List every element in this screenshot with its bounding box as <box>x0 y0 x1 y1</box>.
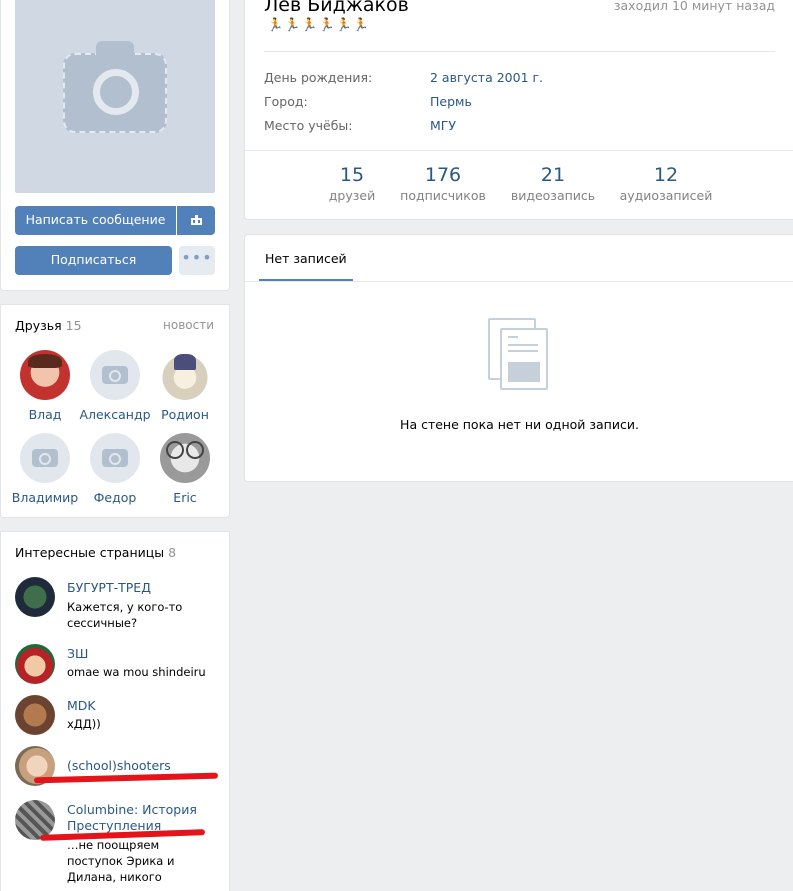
divider <box>245 281 793 282</box>
page-subtitle: Кажется, у кого-то сессичные? <box>67 600 183 630</box>
friends-news-link[interactable]: новости <box>163 318 214 332</box>
info-value[interactable]: 2 августа 2001 г. <box>430 70 543 85</box>
gift-icon <box>190 215 202 225</box>
friend-item-fedor[interactable]: Федор <box>79 433 151 505</box>
divider <box>264 51 775 52</box>
page-subtitle: хДД)) <box>67 717 101 731</box>
subscribe-button[interactable]: Подписаться <box>15 246 172 275</box>
page-title: БУГУРТ-ТРЕД <box>67 580 151 595</box>
profile-info-card: Лев Биджаков заходил 10 минут назад 🏃🏃🏃🏃… <box>244 0 793 220</box>
profile-name: Лев Биджаков <box>264 0 409 16</box>
profile-photo-placeholder[interactable] <box>15 0 215 193</box>
friend-name: Eric <box>173 490 197 505</box>
friends-block: Друзья 15 новости Влад Александр Родион В… <box>0 304 230 518</box>
pages-count: 8 <box>168 545 177 560</box>
page-item-mdk[interactable]: MDK хДД)) <box>15 695 220 735</box>
profile-status[interactable]: 🏃🏃🏃🏃🏃🏃 <box>267 18 370 33</box>
counter-followers[interactable]: 176 подписчиков <box>388 164 498 203</box>
avatar <box>15 577 55 617</box>
interesting-pages-block: Интересные страницы 8 БУГУРТ-ТРЕД Кажется… <box>0 531 230 891</box>
avatar <box>20 350 70 400</box>
counter-audio[interactable]: 12 аудиозаписей <box>611 164 721 203</box>
counter-caption: видеозапись <box>510 188 596 203</box>
avatar <box>160 433 210 483</box>
avatar <box>15 695 55 735</box>
page-title: MDK <box>67 698 96 713</box>
friend-item-eric[interactable]: Eric <box>149 433 221 505</box>
friend-item-vlad[interactable]: Влад <box>9 350 81 422</box>
camera-icon <box>63 41 167 133</box>
friends-header[interactable]: Друзья 15 <box>15 318 82 333</box>
counter-videos[interactable]: 21 видеозапись <box>498 164 608 203</box>
info-value[interactable]: МГУ <box>430 118 456 133</box>
divider <box>245 150 793 151</box>
document-icon <box>488 318 550 394</box>
info-label: Город: <box>264 94 308 109</box>
counter-caption: подписчиков <box>400 188 486 203</box>
friend-item-vladimir[interactable]: Владимир <box>9 433 81 505</box>
counter-number: 21 <box>540 164 566 186</box>
page-item-bugurt[interactable]: БУГУРТ-ТРЕД Кажется, у кого-то сессичные… <box>15 577 220 630</box>
friends-count: 15 <box>65 318 82 333</box>
camera-icon <box>90 350 140 400</box>
page-item-columbine[interactable]: Columbine: История Преступления …не поощ… <box>15 800 220 890</box>
info-label: День рождения: <box>264 70 373 85</box>
counter-caption: аудиозаписей <box>619 188 713 203</box>
avatar <box>160 350 210 400</box>
avatar-card: Написать сообщение Подписаться ••• <box>0 0 230 291</box>
page-subtitle: omae wa mou shindeiru <box>67 665 206 679</box>
counter-number: 176 <box>424 164 462 186</box>
pages-title: Интересные страницы <box>15 545 165 560</box>
wall-card: Нет записей На стене пока нет ни одной з… <box>244 234 793 482</box>
avatar <box>15 644 55 684</box>
friend-name: Родион <box>161 407 209 422</box>
page-title: ЗШ <box>67 646 89 661</box>
tab-no-posts[interactable]: Нет записей <box>259 235 353 281</box>
info-value[interactable]: Пермь <box>430 94 472 109</box>
pages-header[interactable]: Интересные страницы 8 <box>15 545 176 560</box>
friend-item-rodion[interactable]: Родион <box>149 350 221 422</box>
gift-button[interactable] <box>177 206 215 235</box>
page-item-zsh[interactable]: ЗШ omae wa mou shindeiru <box>15 644 220 684</box>
friend-name: Федор <box>93 490 137 505</box>
friends-title: Друзья <box>15 318 62 333</box>
send-message-button[interactable]: Написать сообщение <box>15 206 176 235</box>
counter-number: 12 <box>653 164 679 186</box>
friend-name: Владимир <box>11 490 79 505</box>
more-actions-button[interactable]: ••• <box>179 246 215 275</box>
info-label: Место учёбы: <box>264 118 353 133</box>
page-subtitle: …не поощряем поступок Эрика и Дилана, ни… <box>67 838 175 884</box>
friend-name: Влад <box>28 407 62 422</box>
online-status: заходил 10 минут назад <box>613 0 775 13</box>
camera-icon <box>90 433 140 483</box>
friend-item-aleksandr[interactable]: Александр <box>79 350 151 422</box>
wall-empty-message: На стене пока нет ни одной записи. <box>400 417 639 432</box>
page-title: (school)shooters <box>67 758 171 773</box>
friend-name: Александр <box>79 407 151 422</box>
camera-icon <box>20 433 70 483</box>
